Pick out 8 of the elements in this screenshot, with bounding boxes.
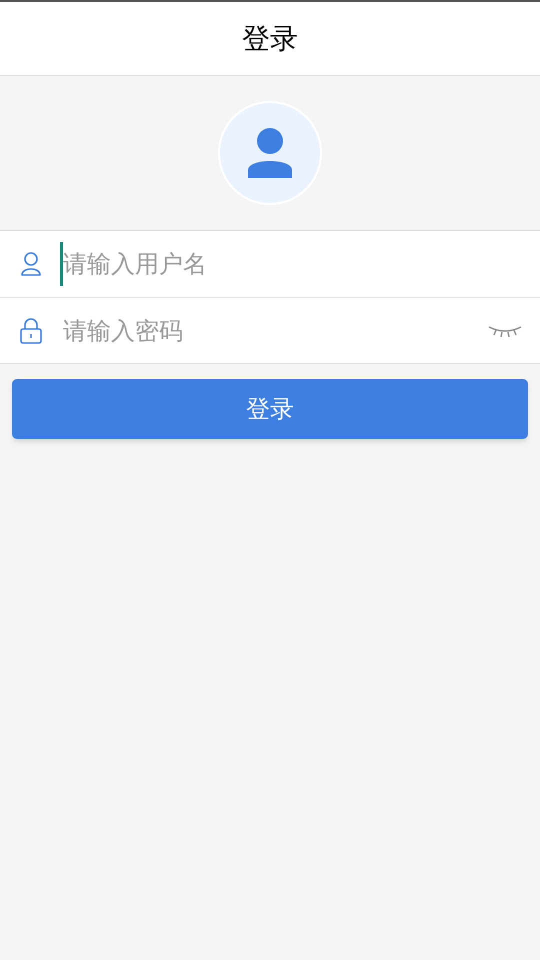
closed-eye-icon[interactable] bbox=[488, 324, 522, 338]
page-title: 登录 bbox=[242, 20, 298, 56]
password-field[interactable]: 请输入密码 bbox=[0, 297, 540, 363]
username-field[interactable]: 请输入用户名 bbox=[0, 231, 540, 297]
lock-icon bbox=[19, 316, 43, 344]
user-icon bbox=[20, 251, 42, 277]
login-button[interactable]: 登录 bbox=[12, 379, 528, 439]
person-icon bbox=[247, 128, 293, 178]
